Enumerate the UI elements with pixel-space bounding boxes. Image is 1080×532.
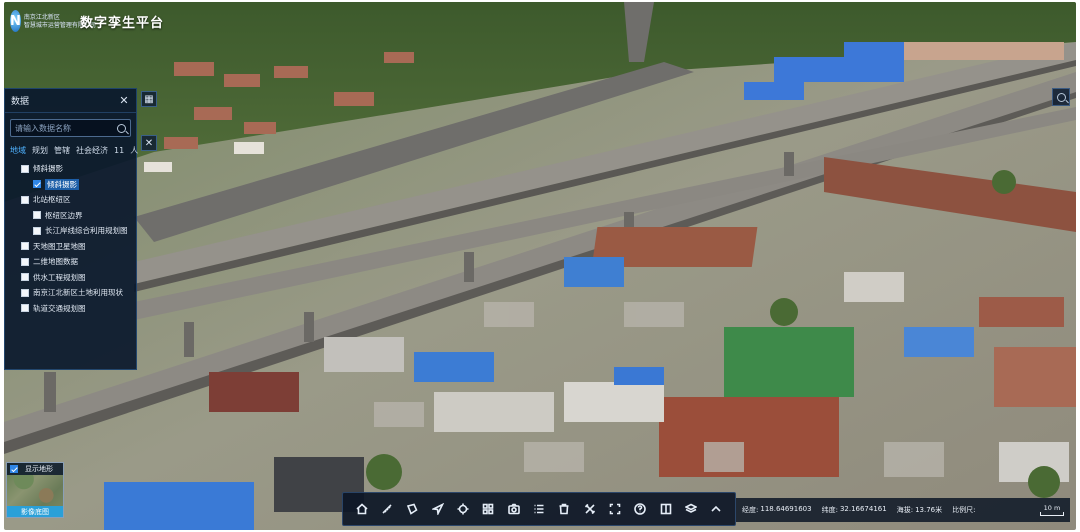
- tree-item-label: 枢纽区边界: [45, 210, 83, 220]
- tree-item-label: 长江岸线综合利用规划图: [45, 226, 128, 236]
- checkbox[interactable]: [33, 211, 41, 220]
- tree-item[interactable]: 供水工程规划图: [5, 270, 136, 286]
- home-icon[interactable]: [353, 500, 371, 518]
- fullscreen-icon[interactable]: [606, 500, 624, 518]
- tab-count[interactable]: 11: [114, 146, 124, 155]
- scale-bar: 10 m: [1040, 504, 1064, 516]
- map-3d-scene[interactable]: [4, 2, 1076, 530]
- area-icon[interactable]: [403, 500, 421, 518]
- basemap-label: 影像底图: [7, 506, 63, 517]
- altitude-value: 13.76米: [915, 506, 943, 514]
- tree-item-label: 轨道交通规划图: [33, 303, 86, 313]
- close-icon[interactable]: ✕: [118, 94, 130, 107]
- map-toolbar: [342, 492, 736, 526]
- checkbox[interactable]: [21, 164, 29, 173]
- checkbox[interactable]: [21, 288, 29, 297]
- layer-search-box: [10, 119, 131, 137]
- tab-planning[interactable]: 规划: [32, 145, 48, 156]
- panel-collapse-icon[interactable]: ✕: [141, 135, 157, 151]
- tree-item[interactable]: 倾斜摄影: [5, 177, 136, 193]
- latitude-readout: 纬度: 32.16674161: [822, 505, 887, 515]
- checkbox[interactable]: [33, 180, 41, 189]
- checkbox[interactable]: [21, 242, 29, 251]
- tree-item[interactable]: 枢纽区边界: [5, 208, 136, 224]
- checkbox[interactable]: [21, 257, 29, 266]
- layer-tree: 倾斜摄影 倾斜摄影 北站枢纽区 枢纽区边界 长江岸线综合利用规划图 天地图卫星地…: [5, 157, 136, 316]
- help-icon[interactable]: [631, 500, 649, 518]
- tree-item-label: 天地图卫星地图: [33, 241, 86, 251]
- tree-item[interactable]: 北站枢纽区: [5, 192, 136, 208]
- longitude-value: 118.64691603: [760, 505, 812, 513]
- tree-item-label: 北站枢纽区: [33, 195, 71, 205]
- scale-bar-line: [1040, 512, 1064, 516]
- measure-icon[interactable]: [378, 500, 396, 518]
- tree-item-label: 倾斜摄影: [45, 178, 79, 190]
- basemap-switcher[interactable]: 显示地形 影像底图: [6, 462, 64, 518]
- tree-item[interactable]: 倾斜摄影: [5, 161, 136, 177]
- longitude-readout: 经度: 118.64691603: [742, 505, 812, 515]
- altitude-label: 海拔:: [896, 506, 914, 514]
- tab-people[interactable]: 人: [130, 145, 138, 156]
- tree-item[interactable]: 南京江北新区土地利用现状: [5, 285, 136, 301]
- layer-panel-title: 数据: [11, 97, 30, 107]
- list-icon[interactable]: [530, 500, 548, 518]
- brand-header: N 南京江北新区 智慧城市运营管理有限公司 数字孪生平台: [10, 8, 164, 34]
- tree-item[interactable]: 二维地图数据: [5, 254, 136, 270]
- scale-label: 比例尺:: [952, 506, 976, 514]
- checkbox[interactable]: [21, 304, 29, 313]
- more-icon[interactable]: [707, 500, 725, 518]
- tree-item-label: 二维地图数据: [33, 257, 78, 267]
- checkbox[interactable]: [10, 465, 18, 473]
- altitude-readout: 海拔: 13.76米: [897, 505, 942, 515]
- tab-terrain[interactable]: 地域: [10, 145, 26, 156]
- layers-icon[interactable]: [682, 500, 700, 518]
- latitude-label: 纬度:: [821, 506, 838, 514]
- tab-jurisdiction[interactable]: 管辖: [54, 145, 70, 156]
- search-icon: [1056, 92, 1066, 102]
- logo-mark-icon: N: [10, 10, 21, 32]
- map-search-button[interactable]: [1052, 88, 1070, 106]
- tree-item-label: 南京江北新区土地利用现状: [33, 288, 123, 298]
- scale-value: 10 m: [1043, 504, 1061, 512]
- longitude-label: 经度:: [742, 506, 759, 514]
- trash-icon[interactable]: [555, 500, 573, 518]
- terrain-toggle[interactable]: 显示地形: [7, 463, 63, 475]
- camera-icon[interactable]: [505, 500, 523, 518]
- checkbox[interactable]: [21, 195, 29, 204]
- aerial-scene-graphic: [4, 2, 1076, 530]
- terrain-toggle-label: 显示地形: [25, 465, 53, 473]
- tree-item[interactable]: 轨道交通规划图: [5, 301, 136, 317]
- layer-panel: 数据 ✕ 地域 规划 管辖 社会经济 11 人 倾斜摄影 倾斜摄影 北站枢纽区 …: [4, 88, 138, 370]
- scale-readout: 比例尺:: [952, 505, 975, 515]
- company-logo: N 南京江北新区 智慧城市运营管理有限公司: [10, 8, 96, 34]
- app-title: 数字孪生平台: [80, 15, 165, 31]
- checkbox[interactable]: [21, 273, 29, 282]
- navigate-icon[interactable]: [429, 500, 447, 518]
- layer-search-input[interactable]: [15, 123, 117, 133]
- checkbox[interactable]: [33, 226, 41, 235]
- layer-tabs: 地域 规划 管辖 社会经济 11 人: [5, 143, 138, 157]
- grid-icon[interactable]: [479, 500, 497, 518]
- tree-item[interactable]: 长江岸线综合利用规划图: [5, 223, 136, 239]
- split-icon[interactable]: [657, 500, 675, 518]
- viewport[interactable]: N 南京江北新区 智慧城市运营管理有限公司 数字孪生平台 数据 ✕ 地域 规划 …: [4, 2, 1076, 530]
- latitude-value: 32.16674161: [839, 505, 887, 513]
- panel-layout-icon[interactable]: ▦: [141, 91, 157, 107]
- tree-item-label: 供水工程规划图: [33, 272, 86, 282]
- coordinate-status-bar: 经度: 118.64691603 纬度: 32.16674161 海拔: 13.…: [736, 498, 1070, 522]
- layer-panel-header: 数据 ✕: [5, 89, 136, 113]
- tools-icon[interactable]: [581, 500, 599, 518]
- tree-item[interactable]: 天地图卫星地图: [5, 239, 136, 255]
- locate-icon[interactable]: [454, 500, 472, 518]
- tree-item-label: 倾斜摄影: [33, 164, 63, 174]
- search-icon[interactable]: [117, 123, 126, 133]
- tab-economy[interactable]: 社会经济: [76, 145, 108, 156]
